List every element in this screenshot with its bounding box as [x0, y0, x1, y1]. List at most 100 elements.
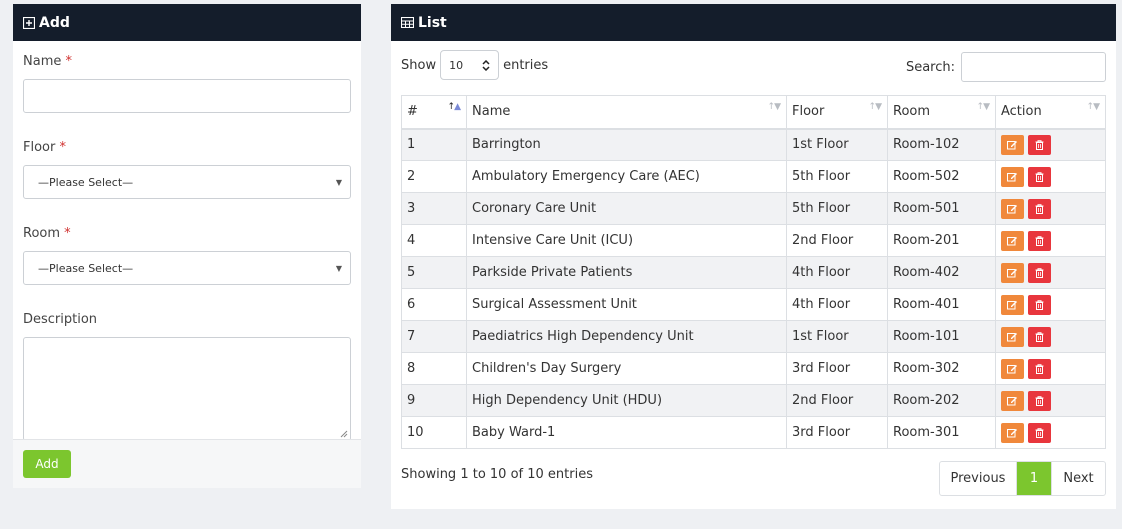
row-room: Room-201 [887, 224, 996, 257]
trash-icon [1035, 395, 1044, 406]
edit-button[interactable] [1001, 262, 1024, 283]
delete-button[interactable] [1028, 390, 1051, 411]
row-floor: 2nd Floor [786, 384, 888, 417]
edit-button[interactable] [1001, 166, 1024, 187]
row-room: Room-102 [887, 128, 996, 161]
previous-page-button[interactable]: Previous [940, 462, 1017, 495]
delete-button[interactable] [1028, 198, 1051, 219]
page-1-button[interactable]: 1 [1017, 462, 1051, 495]
plus-square-icon [23, 16, 35, 29]
trash-icon [1035, 299, 1044, 310]
table-row: 8 Children's Day Surgery 3rd Floor Room-302 [401, 352, 1106, 385]
resize-grip-icon[interactable] [340, 430, 348, 438]
edit-icon [1007, 396, 1017, 405]
row-number: 3 [401, 192, 467, 225]
list-panel-header: List [391, 4, 1116, 41]
row-number: 2 [401, 160, 467, 193]
delete-button[interactable] [1028, 262, 1051, 283]
room-select[interactable]: —Please Select— ▼ [23, 251, 351, 285]
search-input[interactable] [961, 52, 1106, 82]
add-panel-header: Add [13, 4, 361, 41]
entries-select[interactable]: 10 [440, 50, 500, 80]
table-row: 6 Surgical Assessment Unit 4th Floor Room-4… [401, 288, 1106, 321]
floor-select-value: —Please Select— [38, 175, 134, 189]
row-room: Room-301 [887, 416, 996, 449]
row-actions [995, 352, 1106, 385]
column-header-name[interactable]: Name ↑▼ [466, 95, 787, 130]
delete-button[interactable] [1028, 326, 1051, 347]
name-input[interactable] [23, 79, 351, 113]
edit-icon [1007, 428, 1017, 437]
row-floor: 2nd Floor [786, 224, 888, 257]
row-name: Intensive Care Unit (ICU) [466, 224, 787, 257]
edit-button[interactable] [1001, 198, 1024, 219]
column-header-room[interactable]: Room ↑▼ [887, 95, 996, 130]
delete-button[interactable] [1028, 294, 1051, 315]
table-body: 1 Barrington 1st Floor Room-102 2 Ambulatory … [401, 128, 1106, 449]
row-name: Baby Ward-1 [466, 416, 787, 449]
sort-icon: ↑▼ [976, 102, 991, 112]
delete-button[interactable] [1028, 230, 1051, 251]
table-row: 3 Coronary Care Unit 5th Floor Room-501 [401, 192, 1106, 225]
table-row: 2 Ambulatory Emergency Care (AEC) 5th Floo… [401, 160, 1106, 193]
row-number: 8 [401, 352, 467, 385]
edit-button[interactable] [1001, 230, 1024, 251]
row-number: 5 [401, 256, 467, 289]
trash-icon [1035, 331, 1044, 342]
table-controls: Show 10 entries Search: [401, 50, 1106, 83]
edit-button[interactable] [1001, 390, 1024, 411]
table-row: 5 Parkside Private Patients 4th Floor Room-… [401, 256, 1106, 289]
edit-button[interactable] [1001, 358, 1024, 379]
rooms-table: # ↑▲ Name ↑▼ Floor ↑▼ Room ↑▼ Action ↑▼ 1 Barr… [401, 95, 1106, 449]
row-floor: 1st Floor [786, 128, 888, 161]
row-floor: 3rd Floor [786, 416, 888, 449]
column-header-number[interactable]: # ↑▲ [401, 95, 467, 130]
sort-icon: ↑▼ [868, 102, 883, 112]
next-page-button[interactable]: Next [1051, 462, 1105, 495]
list-panel-title: List [418, 14, 447, 31]
row-number: 10 [401, 416, 467, 449]
trash-icon [1035, 427, 1044, 438]
name-label: Name * [23, 54, 72, 69]
row-floor: 1st Floor [786, 320, 888, 353]
row-number: 6 [401, 288, 467, 321]
table-footer: Showing 1 to 10 of 10 entries Previous 1… [401, 461, 1106, 496]
add-button[interactable]: Add [23, 450, 71, 478]
row-name: Children's Day Surgery [466, 352, 787, 385]
row-actions [995, 320, 1106, 353]
table-row: 1 Barrington 1st Floor Room-102 [401, 128, 1106, 161]
delete-button[interactable] [1028, 422, 1051, 443]
column-header-floor[interactable]: Floor ↑▼ [786, 95, 888, 130]
entries-select-value: 10 [449, 58, 464, 72]
table-header-row: # ↑▲ Name ↑▼ Floor ↑▼ Room ↑▼ Action ↑▼ [401, 95, 1106, 130]
row-number: 9 [401, 384, 467, 417]
edit-button[interactable] [1001, 134, 1024, 155]
row-floor: 4th Floor [786, 288, 888, 321]
row-actions [995, 192, 1106, 225]
delete-button[interactable] [1028, 358, 1051, 379]
table-row: 4 Intensive Care Unit (ICU) 2nd Floor Room-… [401, 224, 1106, 257]
row-actions [995, 416, 1106, 449]
delete-button[interactable] [1028, 134, 1051, 155]
entries-label: entries [503, 57, 549, 73]
table-row: 10 Baby Ward-1 3rd Floor Room-301 [401, 416, 1106, 449]
add-panel-title: Add [39, 14, 70, 31]
row-floor: 5th Floor [786, 160, 888, 193]
edit-button[interactable] [1001, 294, 1024, 315]
add-form-footer: Add [13, 439, 361, 488]
row-room: Room-401 [887, 288, 996, 321]
delete-button[interactable] [1028, 166, 1051, 187]
show-label: Show [401, 57, 437, 73]
row-actions [995, 384, 1106, 417]
edit-icon [1007, 268, 1017, 277]
floor-select[interactable]: —Please Select— ▼ [23, 165, 351, 199]
row-actions [995, 288, 1106, 321]
description-label: Description [23, 312, 98, 327]
add-form: Name * Floor * —Please Select— ▼ Room * … [13, 41, 361, 441]
table-row: 9 High Dependency Unit (HDU) 2nd Floor Room… [401, 384, 1106, 417]
description-textarea[interactable] [23, 337, 351, 441]
column-header-action[interactable]: Action ↑▼ [995, 95, 1106, 130]
row-name: Parkside Private Patients [466, 256, 787, 289]
edit-button[interactable] [1001, 422, 1024, 443]
edit-button[interactable] [1001, 326, 1024, 347]
